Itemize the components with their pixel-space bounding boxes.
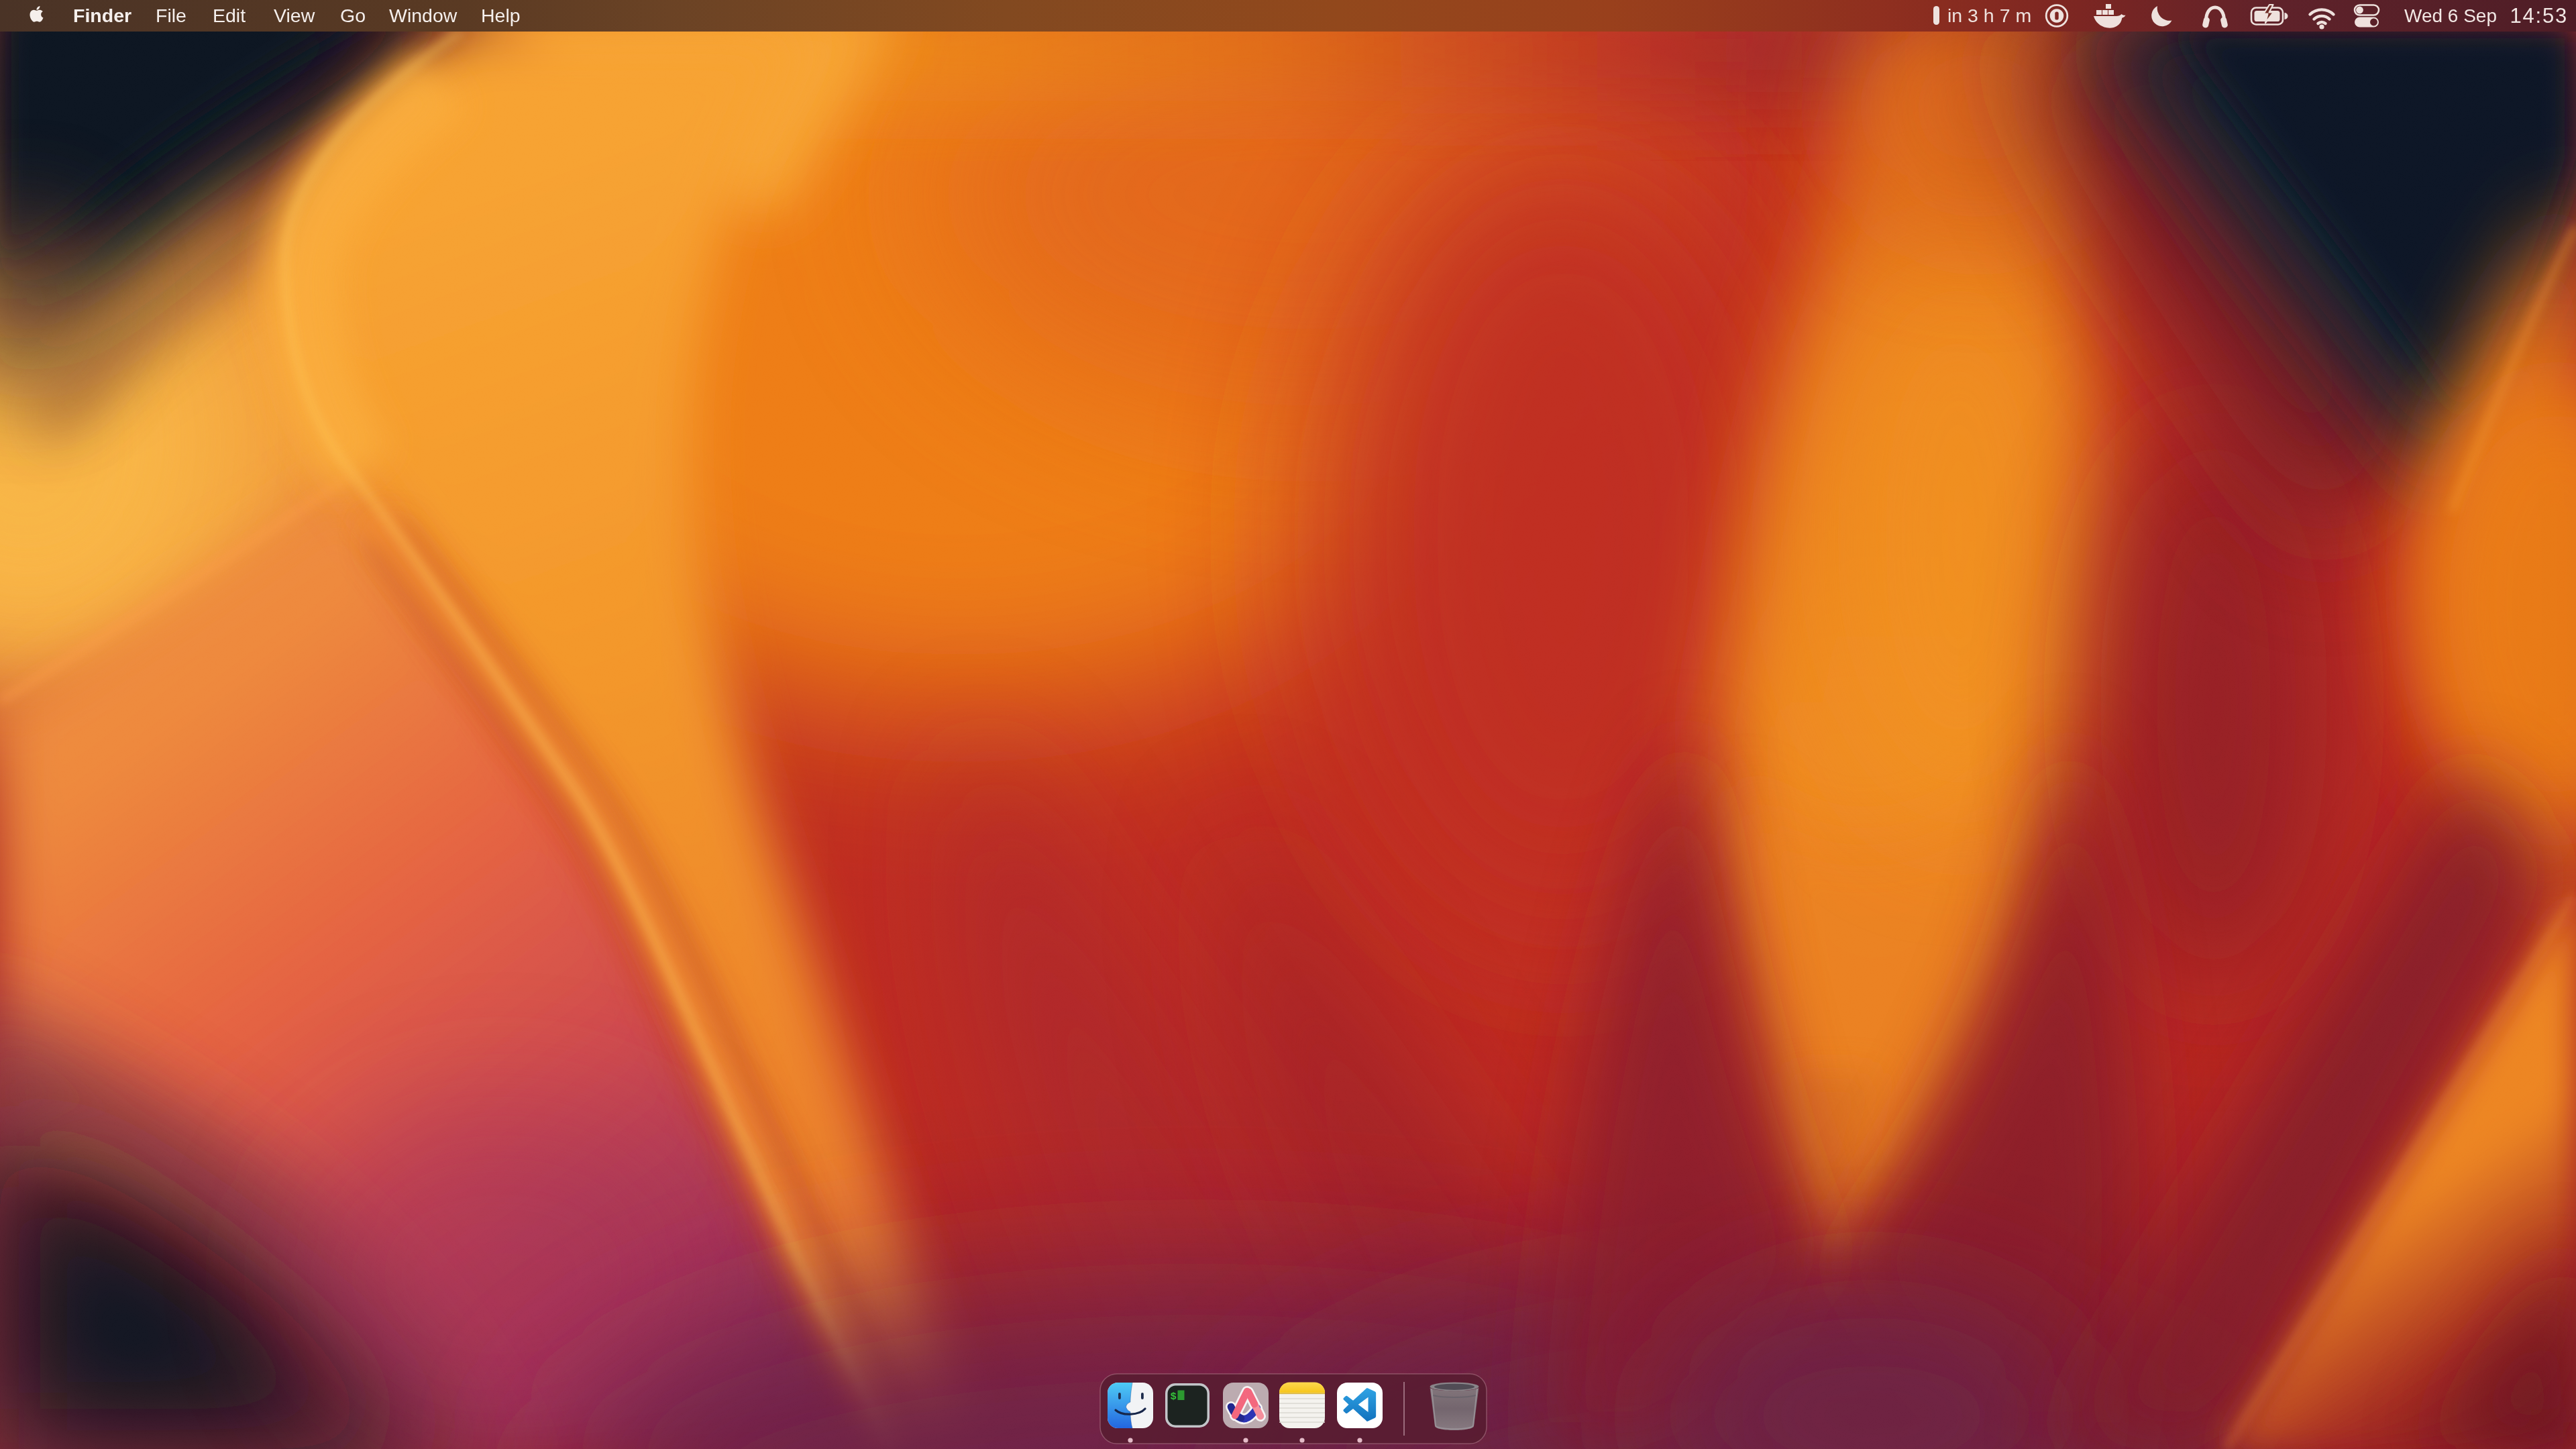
svg-text:Wed 6 Sep: Wed 6 Sep: [2404, 5, 2497, 26]
svg-text:in 3 h 7 m: in 3 h 7 m: [1947, 5, 2031, 26]
svg-text:File: File: [156, 5, 186, 26]
svg-text:Window: Window: [389, 5, 458, 26]
svg-text:View: View: [274, 5, 315, 26]
svg-text:$: $: [1171, 1391, 1177, 1403]
svg-text:Go: Go: [340, 5, 366, 26]
svg-text:14:53: 14:53: [2510, 4, 2568, 28]
svg-text:Edit: Edit: [213, 5, 246, 26]
svg-text:Finder: Finder: [73, 5, 131, 26]
svg-text:Help: Help: [481, 5, 521, 26]
